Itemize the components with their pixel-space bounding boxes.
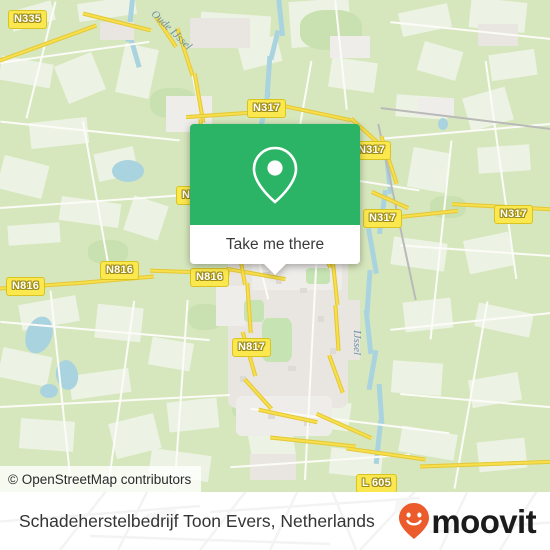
road-shield: L 605 [356,474,397,492]
page-title: Schadeherstelbedrijf Toon Evers, Netherl… [19,510,375,531]
popup-pointer [264,264,286,275]
map-pin-icon [252,146,298,204]
road-shield: N816 [6,277,46,296]
osm-attribution[interactable]: © OpenStreetMap contributors [0,466,202,492]
road-shield: N317 [247,99,287,118]
footer-bar: Schadeherstelbedrijf Toon Evers, Netherl… [0,492,550,550]
road-shield: N817 [232,338,272,357]
moovit-logo[interactable]: moovit [398,502,537,540]
road-shield: N335 [8,10,48,29]
location-popup-card[interactable]: Take me there [190,124,360,275]
take-me-there-button[interactable]: Take me there [190,225,360,264]
road-shield: N816 [190,268,230,287]
road-shield: N816 [100,261,140,280]
road-shield: N317 [363,209,403,228]
river-label-ijssel: IJssel [351,330,363,356]
moovit-pin-smiley-icon [399,503,430,539]
road-shield: N317 [494,205,534,224]
map-canvas[interactable]: N335 N317 N317 N317 N317 N816 N816 N816 … [0,0,550,492]
popup-image-placeholder [190,124,360,225]
river-label-oude-ijssel: Oude IJssel [148,8,195,53]
moovit-wordmark: moovit [431,502,536,540]
map-screenshot: N335 N317 N317 N317 N317 N816 N816 N816 … [0,0,550,550]
